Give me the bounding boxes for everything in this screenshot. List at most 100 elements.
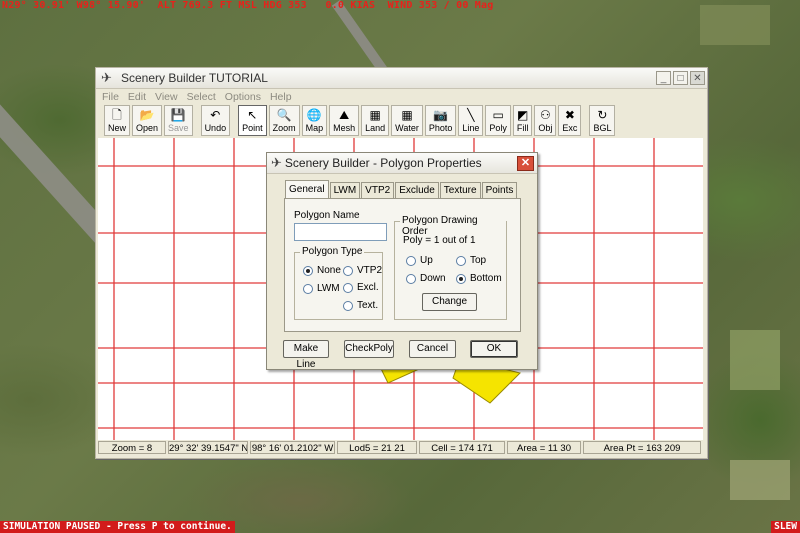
dialog-title-bar: ✈ Scenery Builder - Polygon Properties ✕ bbox=[267, 153, 537, 174]
camera-icon: 📷 bbox=[433, 108, 449, 122]
check-poly-button[interactable]: CheckPoly bbox=[344, 340, 394, 358]
globe-icon: 🌐 bbox=[306, 108, 322, 122]
close-button[interactable]: ✕ bbox=[690, 71, 705, 85]
toolbar-button-label: Point bbox=[242, 123, 263, 133]
toolbar-fill-button[interactable]: ◩ Fill bbox=[512, 105, 533, 136]
toolbar-photo-button[interactable]: 📷 Photo bbox=[424, 105, 457, 136]
toolbar-button-label: Exc bbox=[562, 123, 578, 133]
toolbar-button-label: Poly bbox=[489, 123, 507, 133]
polygon-icon: ▭ bbox=[492, 108, 504, 122]
toolbar-button-label: Water bbox=[395, 123, 419, 133]
toolbar-undo-button[interactable]: ↶ Undo bbox=[200, 105, 231, 136]
polygon-name-label: Polygon Name bbox=[294, 210, 360, 221]
save-icon: 💾 bbox=[170, 108, 186, 122]
title-bar: ✈ Scenery Builder TUTORIAL _ □ ✕ bbox=[96, 68, 707, 89]
menu-view[interactable]: View bbox=[155, 91, 178, 103]
menu-options[interactable]: Options bbox=[225, 91, 261, 103]
menu-help[interactable]: Help bbox=[270, 91, 292, 103]
undo-icon: ↶ bbox=[210, 108, 221, 122]
toolbar-save-button[interactable]: 💾 Save bbox=[164, 105, 193, 136]
toolbar-point-button[interactable]: ↖ Point bbox=[238, 105, 267, 136]
general-tab-panel: Polygon Name Polygon Type None VTP2 LWM … bbox=[284, 198, 521, 332]
field bbox=[730, 460, 790, 500]
status-longitude: 98° 16' 01.2102" W bbox=[250, 441, 335, 454]
status-latitude: 29° 32' 39.1547" N bbox=[168, 441, 248, 454]
simulation-paused-banner: SIMULATION PAUSED - Press P to continue. bbox=[0, 521, 235, 533]
type-excl-radio[interactable]: Excl. bbox=[343, 282, 379, 293]
change-button[interactable]: Change bbox=[422, 293, 477, 311]
field bbox=[730, 330, 780, 390]
order-up-label: Up bbox=[420, 255, 433, 266]
toolbar-new-button[interactable]: 🗋 New bbox=[104, 105, 131, 136]
tab-texture[interactable]: Texture bbox=[439, 182, 481, 198]
status-bar: Zoom = 8 29° 32' 39.1547" N 98° 16' 01.2… bbox=[98, 441, 703, 455]
toolbar-obj-button[interactable]: ⚇ Obj bbox=[534, 105, 557, 136]
radio-selected-icon bbox=[456, 273, 466, 284]
toolbar-button-label: Obj bbox=[538, 123, 553, 133]
dialog-title: Scenery Builder - Polygon Properties bbox=[284, 156, 482, 170]
tab-general[interactable]: General bbox=[285, 180, 329, 198]
exclude-icon: ✖ bbox=[564, 108, 575, 122]
slew-indicator: SLEW bbox=[771, 521, 800, 533]
type-text-radio[interactable]: Text. bbox=[343, 300, 378, 311]
tab-vtp2[interactable]: VTP2 bbox=[361, 182, 395, 198]
toolbar-map-button[interactable]: 🌐 Map bbox=[301, 105, 328, 136]
minimize-button[interactable]: _ bbox=[656, 71, 671, 85]
polygon-name-input[interactable] bbox=[294, 223, 387, 241]
tab-points[interactable]: Points bbox=[481, 182, 518, 198]
type-lwm-radio[interactable]: LWM bbox=[303, 283, 340, 294]
toolbar-exc-button[interactable]: ✖ Exc bbox=[558, 105, 582, 136]
zoom-icon: 🔍 bbox=[276, 108, 292, 122]
toolbar-line-button[interactable]: ╲ Line bbox=[458, 105, 484, 136]
order-down-radio[interactable]: Down bbox=[406, 273, 446, 284]
order-bottom-radio[interactable]: Bottom bbox=[456, 273, 502, 284]
order-top-label: Top bbox=[470, 255, 487, 266]
ok-button[interactable]: OK bbox=[470, 340, 518, 358]
toolbar-button-label: Save bbox=[168, 123, 189, 133]
dialog-close-button[interactable]: ✕ bbox=[517, 155, 534, 171]
toolbar-button-label: Land bbox=[365, 123, 386, 133]
type-excl-label: Excl. bbox=[357, 282, 379, 293]
status-lod: Lod5 = 21 21 bbox=[337, 441, 417, 454]
fill-icon: ◩ bbox=[516, 108, 529, 122]
toolbar-open-button[interactable]: 📂 Open bbox=[132, 105, 163, 136]
type-lwm-label: LWM bbox=[317, 283, 340, 294]
menu-file[interactable]: File bbox=[102, 91, 119, 103]
type-none-radio[interactable]: None bbox=[303, 265, 341, 276]
cancel-button[interactable]: Cancel bbox=[409, 340, 456, 358]
tab-lwm[interactable]: LWM bbox=[329, 182, 361, 198]
poly-order-info: Poly = 1 out of 1 bbox=[403, 235, 476, 246]
type-text-label: Text. bbox=[357, 300, 379, 311]
tab-exclude[interactable]: Exclude bbox=[395, 182, 439, 198]
type-vtp2-radio[interactable]: VTP2 bbox=[343, 265, 382, 276]
toolbar-zoom-button[interactable]: 🔍 Zoom bbox=[268, 105, 300, 136]
polygon-type-title: Polygon Type bbox=[300, 246, 365, 257]
object-icon: ⚇ bbox=[540, 108, 551, 122]
toolbar-bgl-button[interactable]: ↻ BGL bbox=[589, 105, 616, 136]
radio-icon bbox=[343, 300, 353, 311]
polygon-properties-dialog: ✈ Scenery Builder - Polygon Properties ✕… bbox=[266, 152, 538, 370]
maximize-button[interactable]: □ bbox=[673, 71, 688, 85]
window-title: Scenery Builder TUTORIAL bbox=[121, 71, 268, 85]
toolbar: 🗋 New 📂 Open 💾 Save ↶ Undo ↖ Point 🔍 Zoom 🌐 Map ⛰ Mesh ▦… bbox=[96, 104, 707, 139]
toolbar-water-button[interactable]: ▦ Water bbox=[391, 105, 423, 136]
drawing-order-title: Polygon Drawing Order bbox=[400, 215, 506, 237]
menu-select[interactable]: Select bbox=[187, 91, 216, 103]
order-up-radio[interactable]: Up bbox=[406, 255, 433, 266]
menu-bar: File Edit View Select Options Help bbox=[96, 89, 707, 104]
order-bottom-label: Bottom bbox=[470, 273, 502, 284]
toolbar-mesh-button[interactable]: ⛰ Mesh bbox=[329, 105, 360, 136]
radio-icon bbox=[456, 255, 466, 266]
radio-selected-icon bbox=[303, 265, 313, 276]
make-line-button[interactable]: Make Line bbox=[283, 340, 329, 370]
pointer-icon: ↖ bbox=[247, 108, 258, 122]
mesh-icon: ⛰ bbox=[339, 108, 350, 122]
menu-edit[interactable]: Edit bbox=[128, 91, 146, 103]
radio-icon bbox=[406, 255, 416, 266]
status-area-pt: Area Pt = 163 209 bbox=[583, 441, 701, 454]
toolbar-land-button[interactable]: ▦ Land bbox=[361, 105, 390, 136]
toolbar-poly-button[interactable]: ▭ Poly bbox=[485, 105, 511, 136]
polygon-type-group: Polygon Type None VTP2 LWM Excl. Text. bbox=[294, 246, 383, 320]
order-top-radio[interactable]: Top bbox=[456, 255, 486, 266]
status-cell: Cell = 174 171 bbox=[419, 441, 505, 454]
